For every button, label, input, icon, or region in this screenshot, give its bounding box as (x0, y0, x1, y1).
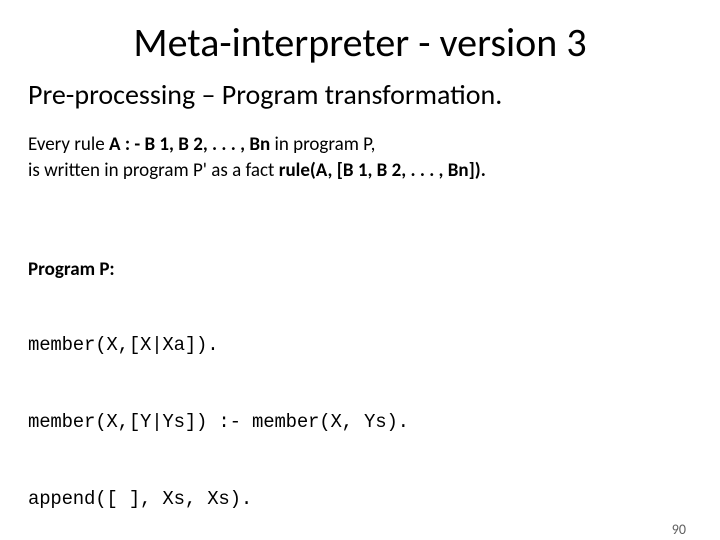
code-line: member(X,[X|Xa]). (28, 333, 720, 359)
program-header: Program P: (28, 257, 720, 283)
slide-title: Meta-interpreter - version 3 (0, 18, 720, 67)
page-number: 90 (672, 521, 686, 538)
slide: Meta-interpreter - version 3 Pre-process… (0, 18, 720, 540)
code-line: member(X,[Y|Ys]) :- member(X, Ys). (28, 410, 720, 436)
program-block: Program P: member(X,[X|Xa]). member(X,[Y… (28, 205, 720, 540)
desc-text: Every rule (28, 133, 109, 156)
desc-bold: rule(A, [B 1, B 2, . . . , Bn]). (279, 159, 486, 182)
description-block: Every rule A : - B 1, B 2, . . . , Bn in… (28, 132, 720, 183)
desc-bold: A : - B 1, B 2, . . . , Bn (109, 133, 274, 156)
desc-line-2: is written in program P' as a fact rule(… (28, 158, 720, 184)
slide-subtitle: Pre-processing – Program transformation. (28, 77, 720, 112)
desc-text: is written in program P' as a fact (28, 159, 279, 182)
desc-text: in program P, (274, 133, 375, 156)
program-header-text: Program P: (28, 258, 115, 281)
desc-line-1: Every rule A : - B 1, B 2, . . . , Bn in… (28, 132, 720, 158)
code-line: append([ ], Xs, Xs). (28, 487, 720, 513)
